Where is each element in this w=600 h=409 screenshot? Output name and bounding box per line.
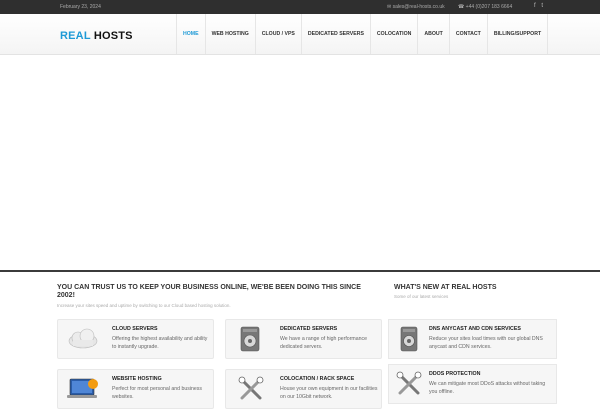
news-text: Reduce your sites load times with our gl… (429, 336, 543, 350)
social-links: f t (534, 3, 547, 9)
content-area: YOU CAN TRUST US TO KEEP YOUR BUSINESS O… (0, 272, 600, 409)
news-text: We can mitigate most DDoS attacks withou… (429, 381, 546, 395)
news-subheading: Some of our latest services (394, 294, 449, 299)
nav-colocation[interactable]: COLOCATION (371, 14, 419, 54)
logo-hosts: HOSTS (93, 30, 133, 42)
nav-about[interactable]: ABOUT (418, 14, 450, 54)
service-dedicated-servers[interactable]: DEDICATED SERVERS We have a range of hig… (225, 319, 382, 359)
hero-area (0, 55, 600, 270)
top-bar: February 23, 2024 ✉ sales@real-hosts.co.… (0, 0, 600, 16)
news-title: DNS ANYCAST AND CDN SERVICES (429, 326, 521, 332)
service-text: Perfect for most personal and business w… (112, 386, 202, 400)
news-item-dns[interactable]: DNS ANYCAST AND CDN SERVICES Reduce your… (388, 319, 557, 359)
service-cloud-servers[interactable]: CLOUD SERVERS Offering the highest avail… (57, 319, 214, 359)
news-heading: WHAT'S NEW AT REAL HOSTS (394, 284, 497, 291)
main-nav: HOME WEB HOSTING CLOUD / VPS DEDICATED S… (176, 14, 549, 54)
phone-link[interactable]: ☎ +44 (0)207 183 6664 (458, 4, 518, 10)
main-heading: YOU CAN TRUST US TO KEEP YOUR BUSINESS O… (57, 284, 361, 299)
nav-billing-support[interactable]: BILLING/SUPPORT (488, 14, 549, 54)
facebook-icon[interactable]: f (534, 3, 536, 9)
main-subheading: Increase your sites speed and uptime by … (57, 303, 231, 308)
service-text: Offering the highest availability and ab… (112, 336, 208, 350)
twitter-icon[interactable]: t (541, 3, 543, 9)
tools-icon (396, 371, 422, 395)
phone-text: +44 (0)207 183 6664 (465, 4, 513, 10)
service-title: WEBSITE HOSTING (112, 376, 162, 382)
email-link[interactable]: ✉ sales@real-hosts.co.uk (387, 4, 451, 10)
nav-web-hosting[interactable]: WEB HOSTING (206, 14, 256, 54)
nav-cloud-vps[interactable]: CLOUD / VPS (256, 14, 302, 54)
service-website-hosting[interactable]: WEBSITE HOSTING Perfect for most persona… (57, 369, 214, 409)
service-title: DEDICATED SERVERS (280, 326, 338, 332)
news-title: DDOS PROTECTION (429, 371, 481, 377)
logo-real: REAL (60, 30, 91, 42)
service-colocation[interactable]: COLOCATION / RACK SPACE House your own e… (225, 369, 382, 409)
laptop-icon (67, 378, 98, 398)
cloud-icon (68, 328, 98, 349)
tools-icon (238, 376, 264, 400)
server-icon (240, 326, 260, 352)
contact-info: ✉ sales@real-hosts.co.uk ☎ +44 (0)207 18… (387, 4, 524, 10)
service-text: House your own equipment in our faciliti… (280, 386, 378, 400)
nav-contact[interactable]: CONTACT (450, 14, 488, 54)
service-title: CLOUD SERVERS (112, 326, 158, 332)
news-item-ddos[interactable]: DDOS PROTECTION We can mitigate most DDo… (388, 364, 557, 404)
email-text: sales@real-hosts.co.uk (392, 4, 445, 10)
logo[interactable]: REAL HOSTS (60, 30, 133, 42)
service-text: We have a range of high performance dedi… (280, 336, 367, 350)
date-text: February 23, 2024 (60, 4, 101, 10)
nav-dedicated-servers[interactable]: DEDICATED SERVERS (302, 14, 371, 54)
server-icon (400, 326, 418, 352)
service-title: COLOCATION / RACK SPACE (280, 376, 355, 382)
nav-home[interactable]: HOME (176, 14, 206, 54)
